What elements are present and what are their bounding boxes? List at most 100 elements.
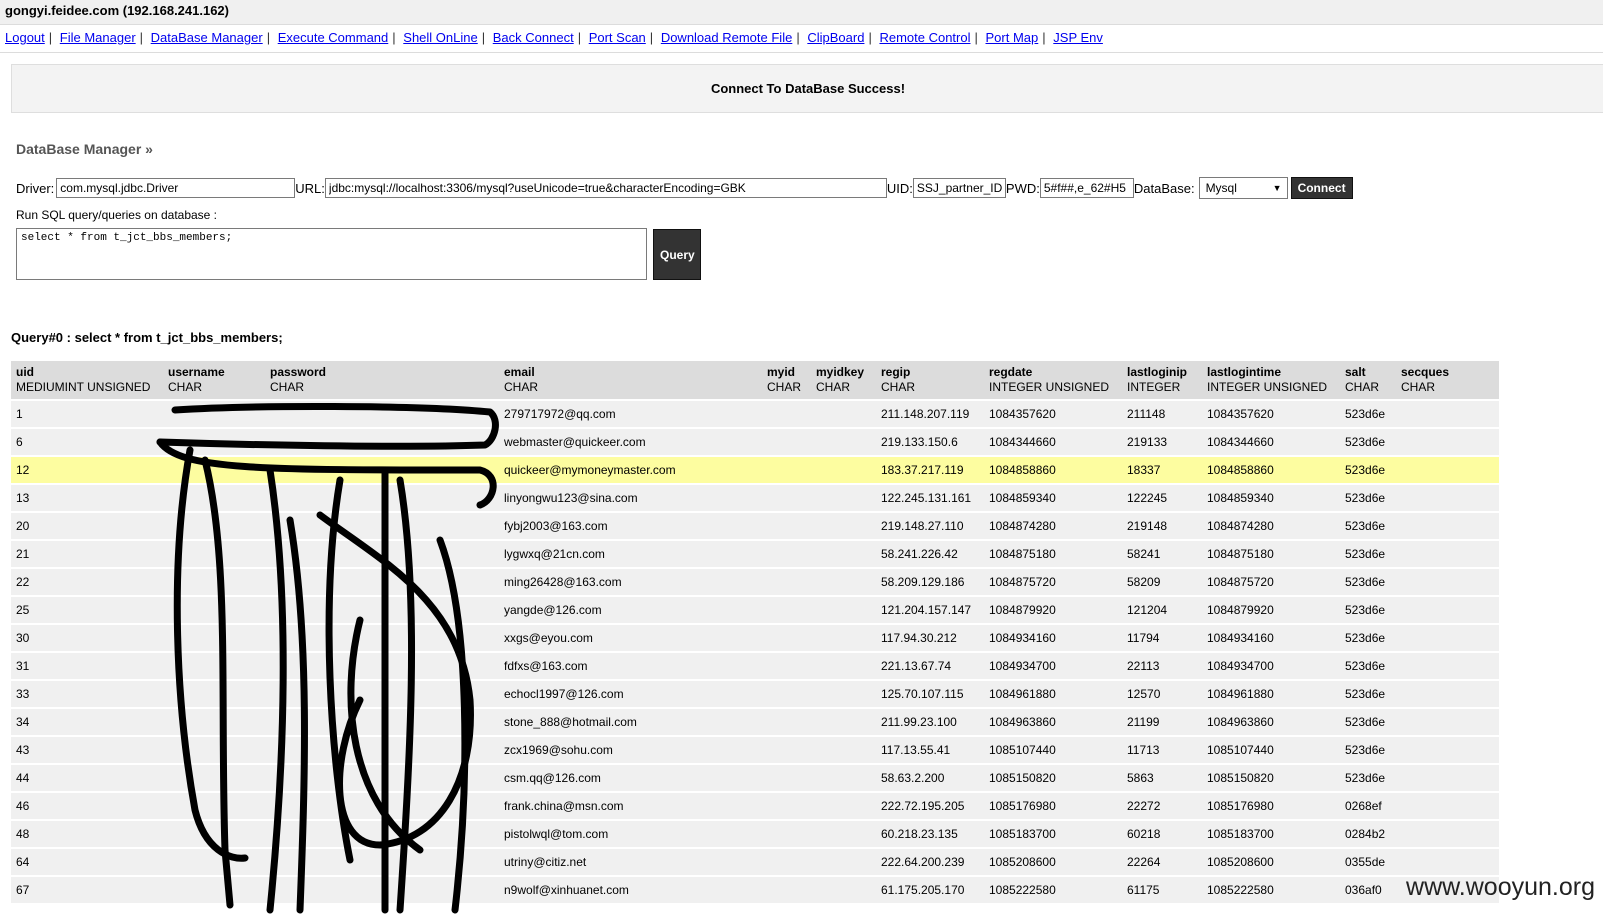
database-select[interactable]: Mysql ▼ — [1198, 177, 1288, 199]
table-row: 48 pistolwql@tom.com 60.218.23.135 10851837… — [11, 820, 1499, 849]
nav-separator: | — [139, 30, 144, 45]
cell-lastloginip: 12570 — [1122, 680, 1202, 709]
cell-myidkey — [811, 820, 876, 849]
cell-myidkey — [811, 848, 876, 877]
cell-username — [163, 428, 265, 457]
column-type: INTEGER UNSIGNED — [1207, 380, 1328, 394]
cell-username — [163, 848, 265, 877]
cell-password — [265, 876, 499, 905]
nav-jsp-env[interactable]: JSP Env — [1053, 30, 1103, 45]
column-name: myid — [767, 365, 796, 379]
nav-separator: | — [481, 30, 486, 45]
table-row: 43 zcx1969@sohu.com 117.13.55.41 1085107440… — [11, 736, 1499, 765]
cell-username — [163, 764, 265, 793]
cell-username — [163, 540, 265, 569]
table-row: 64 utriny@citiz.net 222.64.200.239 10852086… — [11, 848, 1499, 877]
column-name: lastlogintime — [1207, 365, 1282, 379]
cell-lastloginip: 22264 — [1122, 848, 1202, 877]
cell-regdate: 1084934700 — [984, 652, 1122, 681]
cell-salt: 523d6e — [1340, 680, 1396, 709]
cell-myidkey — [811, 456, 876, 485]
nav-download-remote-file[interactable]: Download Remote File — [661, 30, 793, 45]
cell-regdate: 1085150820 — [984, 764, 1122, 793]
cell-uid: 1 — [11, 400, 163, 429]
cell-regip: 58.241.226.42 — [876, 540, 984, 569]
nav-execute-command[interactable]: Execute Command — [278, 30, 389, 45]
nav-separator: | — [868, 30, 872, 45]
cell-regip: 211.99.23.100 — [876, 708, 984, 737]
cell-secques — [1396, 736, 1499, 765]
cell-myid — [762, 820, 811, 849]
cell-regip: 60.218.23.135 — [876, 820, 984, 849]
nav-separator: | — [266, 30, 271, 45]
cell-lastlogintime: 1084859340 — [1202, 484, 1340, 513]
cell-salt: 523d6e — [1340, 512, 1396, 541]
sql-query-input[interactable]: select * from t_jct_bbs_members; — [16, 228, 647, 280]
url-input[interactable] — [324, 178, 887, 198]
connection-form: Driver: URL: UID: PWD: DataBase: Mysql ▼… — [16, 176, 1353, 200]
cell-myid — [762, 400, 811, 429]
cell-salt: 523d6e — [1340, 400, 1396, 429]
cell-myid — [762, 428, 811, 457]
cell-username — [163, 400, 265, 429]
cell-username — [163, 680, 265, 709]
cell-lastlogintime: 1085208600 — [1202, 848, 1340, 877]
nav-clipboard[interactable]: ClipBoard — [807, 30, 864, 45]
column-type: CHAR — [504, 380, 539, 394]
cell-regip: 58.209.129.186 — [876, 568, 984, 597]
nav-port-map[interactable]: Port Map — [986, 30, 1039, 45]
cell-email: stone_888@hotmail.com — [499, 708, 762, 737]
cell-lastloginip: 58241 — [1122, 540, 1202, 569]
cell-regip: 219.148.27.110 — [876, 512, 984, 541]
query-button[interactable]: Query — [653, 229, 701, 280]
nav-logout[interactable]: Logout — [5, 30, 45, 45]
table-row: 34 stone_888@hotmail.com 211.99.23.100 1084… — [11, 708, 1499, 737]
cell-salt: 523d6e — [1340, 540, 1396, 569]
cell-salt: 523d6e — [1340, 624, 1396, 653]
status-message: Connect To DataBase Success! — [11, 64, 1603, 113]
cell-email: zcx1969@sohu.com — [499, 736, 762, 765]
cell-myid — [762, 512, 811, 541]
cell-regdate: 1084934160 — [984, 624, 1122, 653]
cell-password — [265, 484, 499, 513]
cell-lastloginip: 61175 — [1122, 876, 1202, 905]
cell-uid: 6 — [11, 428, 163, 457]
nav-database-manager[interactable]: DataBase Manager — [151, 30, 263, 45]
cell-lastlogintime: 1085176980 — [1202, 792, 1340, 821]
cell-lastloginip: 18337 — [1122, 456, 1202, 485]
table-row: 1 279717972@qq.com 211.148.207.119 10843576… — [11, 400, 1499, 429]
nav-back-connect[interactable]: Back Connect — [493, 30, 574, 45]
cell-lastlogintime: 1084879920 — [1202, 596, 1340, 625]
cell-lastloginip: 121204 — [1122, 596, 1202, 625]
table-row: 6 webmaster@quickeer.com 219.133.150.6 1084… — [11, 428, 1499, 457]
uid-input[interactable] — [912, 178, 1006, 198]
nav-remote-control[interactable]: Remote Control — [879, 30, 970, 45]
cell-password — [265, 456, 499, 485]
cell-lastlogintime: 1084934160 — [1202, 624, 1340, 653]
cell-username — [163, 736, 265, 765]
cell-secques — [1396, 456, 1499, 485]
cell-secques — [1396, 708, 1499, 737]
pwd-input[interactable] — [1039, 178, 1134, 198]
connect-button[interactable]: Connect — [1290, 177, 1353, 199]
cell-email: 279717972@qq.com — [499, 400, 762, 429]
cell-password — [265, 652, 499, 681]
table-row: 31 fdfxs@163.com 221.13.67.74 1084934700 221… — [11, 652, 1499, 681]
nav-shell-online[interactable]: Shell OnLine — [403, 30, 477, 45]
cell-email: frank.china@msn.com — [499, 792, 762, 821]
cell-uid: 30 — [11, 624, 163, 653]
cell-uid: 44 — [11, 764, 163, 793]
cell-myidkey — [811, 708, 876, 737]
cell-regdate: 1084875720 — [984, 568, 1122, 597]
nav-port-scan[interactable]: Port Scan — [589, 30, 646, 45]
cell-myid — [762, 876, 811, 905]
column-type: CHAR — [881, 380, 916, 394]
cell-regip: 122.245.131.161 — [876, 484, 984, 513]
cell-myid — [762, 456, 811, 485]
driver-input[interactable] — [56, 178, 296, 198]
nav-file-manager[interactable]: File Manager — [60, 30, 136, 45]
cell-myid — [762, 792, 811, 821]
cell-password — [265, 820, 499, 849]
pwd-label: PWD: — [1005, 180, 1040, 196]
cell-password — [265, 400, 499, 429]
